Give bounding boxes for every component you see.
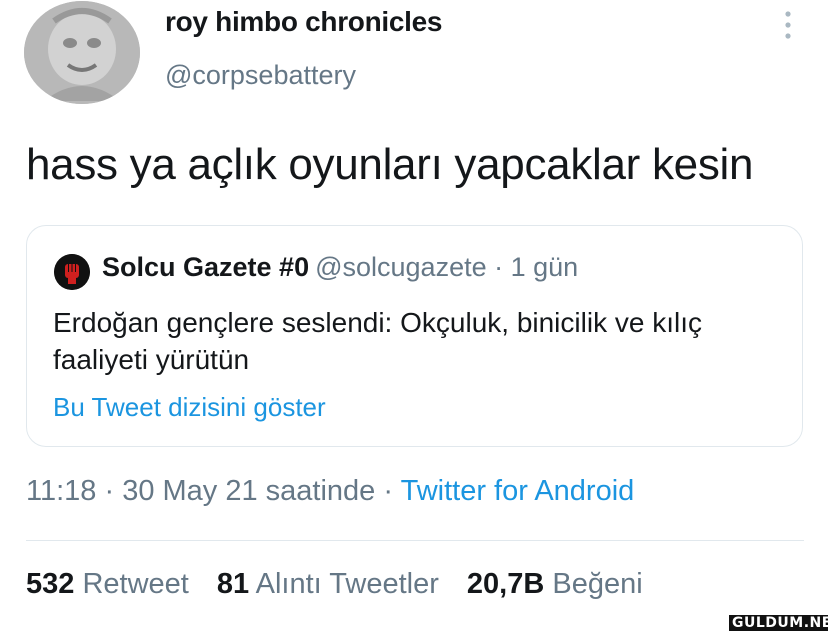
- likes-count: 20,7B: [466, 568, 545, 600]
- tweet-text: hass ya açlık oyunları yapcaklar kesin: [26, 140, 754, 189]
- quote-tweets-label: Alıntı Tweetler: [255, 568, 439, 600]
- retweets-label: Retweet: [82, 568, 189, 600]
- retweets-count: 532: [26, 568, 75, 600]
- author-handle[interactable]: @corpsebattery: [165, 60, 356, 91]
- likes-label: Beğeni: [552, 568, 643, 600]
- quoted-tweet-header: Solcu Gazete #0 @solcugazete · 1 gün: [102, 252, 578, 283]
- quote-tweets-count: 81: [216, 568, 250, 600]
- quoted-author-name[interactable]: Solcu Gazete #0: [102, 252, 309, 282]
- retweets-stat[interactable]: 532 Retweet: [26, 568, 189, 600]
- tweet-timestamp-row: 11:18 · 30 May 21 saatinde · Twitter for…: [26, 475, 634, 508]
- watermark: GULDUM.NET: [729, 615, 828, 631]
- more-vertical-icon[interactable]: [778, 8, 798, 42]
- author-avatar[interactable]: [24, 1, 140, 104]
- likes-stat[interactable]: 20,7B Beğeni: [467, 568, 643, 600]
- author-display-name[interactable]: roy himbo chronicles: [165, 6, 442, 38]
- tweet-source-link[interactable]: Twitter for Android: [401, 475, 635, 507]
- quoted-author-avatar[interactable]: [54, 254, 90, 290]
- show-thread-link[interactable]: Bu Tweet dizisini göster: [53, 392, 326, 423]
- quoted-tweet-meta: @solcugazete · 1 gün: [315, 252, 579, 282]
- quote-tweets-stat[interactable]: 81 Alıntı Tweetler: [217, 568, 439, 600]
- quoted-tweet-card[interactable]: Solcu Gazete #0 @solcugazete · 1 gün Erdo…: [26, 225, 803, 447]
- divider: [26, 540, 804, 541]
- quoted-tweet-text: Erdoğan gençlere seslendi: Okçuluk, bini…: [53, 307, 702, 375]
- tweet-stats: 532 Retweet 81 Alıntı Tweetler 20,7B Beğ…: [26, 568, 663, 601]
- tweet-timestamp[interactable]: 11:18 · 30 May 21 saatinde ·: [26, 475, 393, 507]
